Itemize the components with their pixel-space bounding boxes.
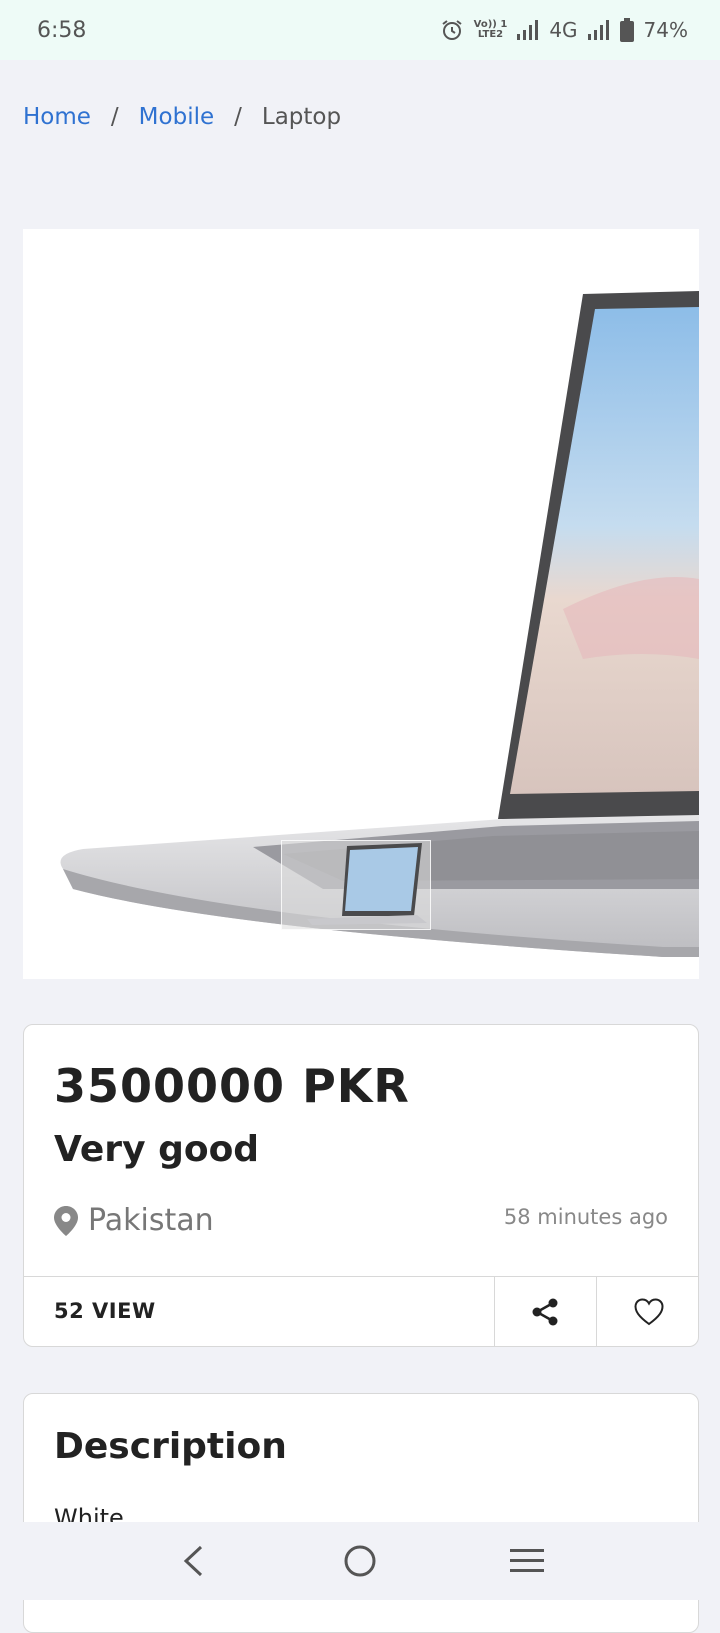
back-button[interactable]	[163, 1531, 223, 1591]
system-nav-bar	[0, 1522, 720, 1600]
listing-price: 3500000 PKR	[54, 1059, 410, 1113]
product-image[interactable]	[23, 229, 699, 979]
listing-condition: Very good	[54, 1129, 260, 1170]
status-icons: Vo)) 1 LTE2 4G 74%	[440, 18, 688, 42]
home-circle-icon	[344, 1545, 376, 1577]
back-icon	[184, 1545, 203, 1577]
breadcrumb-mobile[interactable]: Mobile	[139, 104, 214, 130]
status-time: 6:58	[37, 17, 87, 43]
breadcrumb: Home / Mobile / Laptop	[23, 104, 341, 130]
listing-summary-card: 3500000 PKR Very good Pakistan 58 minute…	[23, 1024, 699, 1347]
breadcrumb-home[interactable]: Home	[23, 104, 91, 130]
image-thumbnail[interactable]	[281, 840, 431, 930]
network-type: 4G	[549, 18, 578, 42]
breadcrumb-current: Laptop	[261, 104, 342, 130]
location-text: Pakistan	[88, 1203, 214, 1238]
description-title: Description	[54, 1426, 287, 1467]
view-count: 52 VIEW	[54, 1299, 156, 1323]
posted-time: 58 minutes ago	[503, 1205, 668, 1229]
favorite-button[interactable]	[596, 1277, 700, 1347]
listing-location: Pakistan	[54, 1203, 214, 1238]
alarm-icon	[442, 20, 462, 40]
volte-indicator: Vo)) 1 LTE2	[473, 19, 508, 40]
battery-icon	[619, 18, 634, 42]
recents-button[interactable]	[497, 1531, 557, 1591]
heart-icon	[633, 1298, 664, 1326]
breadcrumb-separator: /	[234, 104, 242, 130]
location-pin-icon	[54, 1205, 78, 1236]
menu-icon	[509, 1549, 544, 1572]
signal-icon	[517, 20, 539, 40]
status-bar: 6:58 Vo)) 1 LTE2 4G 74%	[0, 0, 720, 60]
signal-icon	[587, 20, 609, 40]
battery-percent: 74%	[643, 18, 688, 42]
share-button[interactable]	[494, 1277, 594, 1347]
breadcrumb-separator: /	[110, 104, 119, 130]
share-icon	[532, 1298, 557, 1326]
home-button[interactable]	[330, 1531, 390, 1591]
